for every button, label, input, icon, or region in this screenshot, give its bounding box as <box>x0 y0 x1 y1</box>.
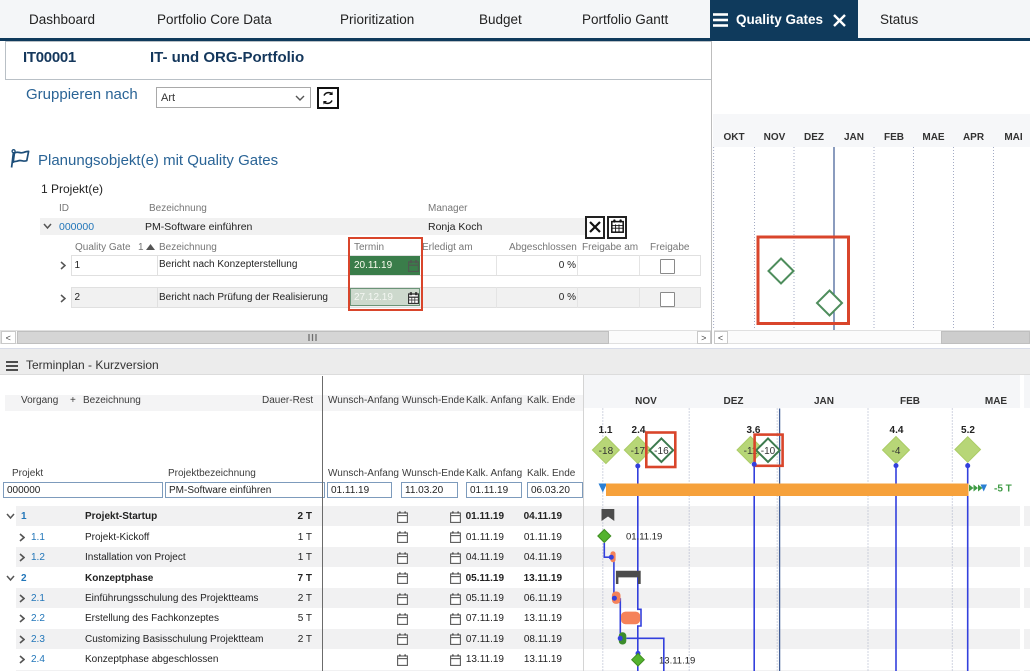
svg-text:MAE: MAE <box>985 396 1008 407</box>
svg-text:-16: -16 <box>654 446 669 457</box>
svg-text:OKT: OKT <box>723 132 744 143</box>
svg-text:JAN: JAN <box>844 132 864 143</box>
svg-text:MAI: MAI <box>1004 132 1023 143</box>
svg-text:-18: -18 <box>599 446 614 457</box>
svg-text:1.1: 1.1 <box>599 425 613 436</box>
svg-text:2.4: 2.4 <box>632 425 646 436</box>
svg-text:5.2: 5.2 <box>961 425 975 436</box>
svg-text:13.11.19: 13.11.19 <box>659 656 695 667</box>
svg-text:DEZ: DEZ <box>724 396 744 407</box>
svg-text:FEB: FEB <box>884 132 904 143</box>
svg-text:NOV: NOV <box>764 132 786 143</box>
svg-text:FEB: FEB <box>900 396 920 407</box>
svg-text:-10: -10 <box>761 446 776 457</box>
svg-text:NOV: NOV <box>635 396 657 407</box>
svg-text:JAN: JAN <box>814 396 834 407</box>
svg-text:MAE: MAE <box>922 132 945 143</box>
svg-text:-5 T: -5 T <box>994 484 1012 495</box>
svg-text:DEZ: DEZ <box>804 132 824 143</box>
svg-text:01.11.19: 01.11.19 <box>626 532 662 543</box>
svg-text:4.4: 4.4 <box>890 425 904 436</box>
svg-text:-4: -4 <box>892 446 901 457</box>
svg-text:-17: -17 <box>631 446 646 457</box>
svg-text:APR: APR <box>963 132 985 143</box>
